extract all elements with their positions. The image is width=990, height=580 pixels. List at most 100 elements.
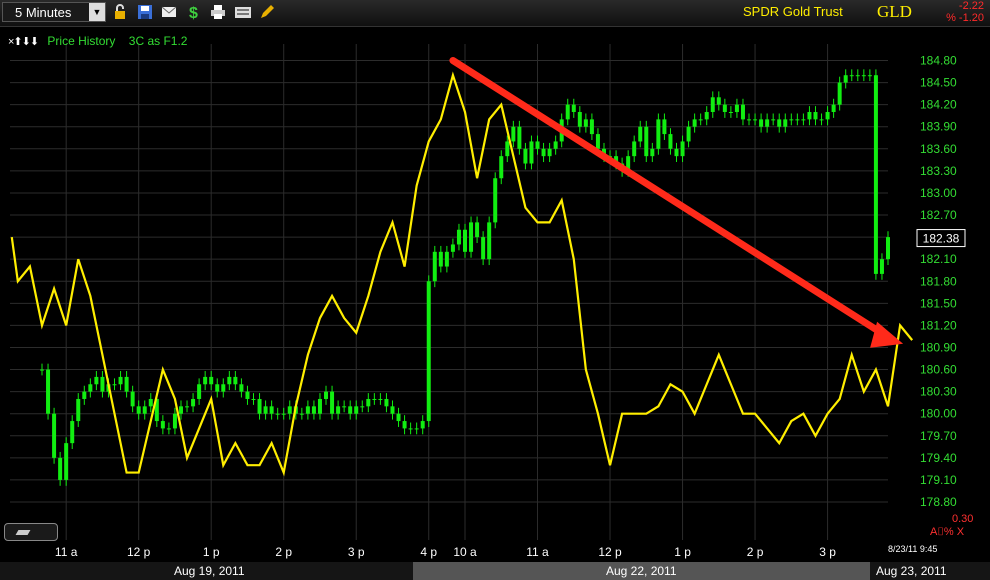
price-candle: [771, 113, 776, 126]
price-candle: [142, 400, 147, 420]
price-candle: [239, 378, 244, 398]
price-candle: [734, 98, 739, 118]
price-candle: [795, 113, 800, 126]
price-candle: [801, 113, 806, 126]
net-change: -2.22: [958, 0, 984, 12]
price-candle: [94, 371, 99, 391]
svg-text:$: $: [189, 5, 198, 20]
price-candle: [650, 142, 655, 163]
price-candle: [426, 275, 431, 427]
price-candle: [281, 407, 286, 420]
price-candle: [64, 437, 69, 486]
price-candle: [710, 91, 715, 118]
price-candle: [873, 69, 878, 280]
print-icon[interactable]: [210, 4, 226, 20]
price-candle: [886, 231, 890, 266]
price-candle: [475, 216, 480, 243]
price-candle: [390, 400, 395, 420]
price-candle: [728, 106, 733, 118]
y-tick-label: 179.10: [920, 473, 957, 487]
legend-price-history[interactable]: Price History: [47, 34, 115, 48]
a-pct-label[interactable]: A⌷% X: [930, 526, 965, 538]
price-candle: [644, 120, 649, 163]
divergence-arrow: [449, 57, 904, 348]
y-tick-label: 181.20: [920, 318, 957, 332]
date-bar: Aug 19, 2011 Aug 22, 2011 Aug 23, 2011: [0, 562, 990, 580]
y-tick-label: 184.50: [920, 76, 957, 90]
y-tick-label: 180.90: [920, 340, 957, 354]
y-tick-label: 183.30: [920, 164, 957, 178]
price-candle: [662, 113, 667, 140]
y-tick-label: 184.20: [920, 98, 957, 112]
price-candle: [493, 172, 498, 229]
save-icon[interactable]: [137, 4, 153, 20]
price-candle: [432, 245, 437, 288]
pencil-icon[interactable]: [259, 4, 275, 20]
dollar-icon[interactable]: $: [186, 4, 202, 20]
indicator-line: [10, 71, 914, 477]
y-tick-label: 181.80: [920, 274, 957, 288]
y-tick-label: 179.40: [920, 451, 957, 465]
price-candle: [299, 407, 304, 420]
email-icon[interactable]: [161, 4, 177, 20]
price-candle: [463, 223, 467, 258]
y-tick-label: 182.10: [920, 252, 957, 266]
x-tick-label: 2 p: [747, 545, 764, 559]
price-candle: [324, 385, 329, 405]
keyboard-icon[interactable]: [234, 4, 252, 20]
price-candle: [191, 393, 196, 413]
price-candle: [233, 371, 238, 391]
price-candle: [632, 135, 637, 163]
price-candle: [456, 223, 461, 251]
price-candle: [354, 400, 359, 420]
price-candle: [215, 378, 220, 398]
price-candle: [529, 135, 534, 170]
x-tick-label: 10 a: [453, 545, 477, 559]
price-candle: [740, 98, 745, 126]
chevron-down-icon[interactable]: ▼: [89, 3, 105, 21]
legend-indicator[interactable]: 3C as F1.2: [129, 34, 188, 48]
price-candle: [185, 400, 190, 413]
price-candle: [257, 393, 262, 420]
price-candle: [481, 231, 486, 266]
price-candle: [166, 422, 171, 435]
price-candle: [825, 106, 830, 126]
price-candle: [384, 393, 389, 413]
price-candle: [765, 113, 770, 133]
price-candle: [547, 142, 552, 163]
price-candle: [680, 135, 685, 163]
y-tick-label: 180.00: [920, 407, 957, 421]
y-tick-label: 179.70: [920, 429, 957, 443]
price-candle: [76, 393, 81, 427]
price-candle: [378, 393, 383, 405]
price-candle: [849, 69, 854, 82]
legend-arrow-icons[interactable]: ×⬆⬇⬇: [8, 36, 39, 48]
price-candle: [372, 393, 377, 405]
y-tick-label: 183.00: [920, 186, 957, 200]
timestamp-label: 8/23/11 9:45: [888, 544, 937, 554]
y-tick-label: 184.80: [920, 54, 957, 68]
interval-dropdown[interactable]: 5 Minutes ▼: [2, 2, 106, 22]
y-tick-label: 183.60: [920, 142, 957, 156]
price-candle: [668, 128, 673, 155]
price-candle: [160, 415, 165, 435]
x-tick-label: 2 p: [275, 545, 292, 559]
price-candle: [783, 113, 788, 133]
x-tick-label: 3 p: [348, 545, 365, 559]
price-chart: 184.80 184.50 184.20 183.90 183.60 183.30 183.…: [10, 44, 973, 559]
lock-icon[interactable]: [112, 4, 128, 20]
x-tick-label: 11 a: [55, 545, 78, 559]
price-candle: [469, 216, 474, 258]
price-candle: [831, 98, 836, 118]
x-tick-label: 12 p: [598, 545, 622, 559]
price-candle: [52, 407, 57, 464]
price-candle: [577, 106, 582, 133]
price-candle: [287, 400, 292, 420]
price-candle: [203, 371, 208, 391]
price-candle: [487, 216, 492, 266]
chart-scroll-handle[interactable]: [4, 523, 58, 541]
price-candle: [759, 113, 764, 133]
chart-legend: ×⬆⬇⬇ Price History 3C as F1.2: [8, 34, 197, 48]
price-candle: [450, 238, 455, 258]
price-candle: [124, 371, 129, 398]
